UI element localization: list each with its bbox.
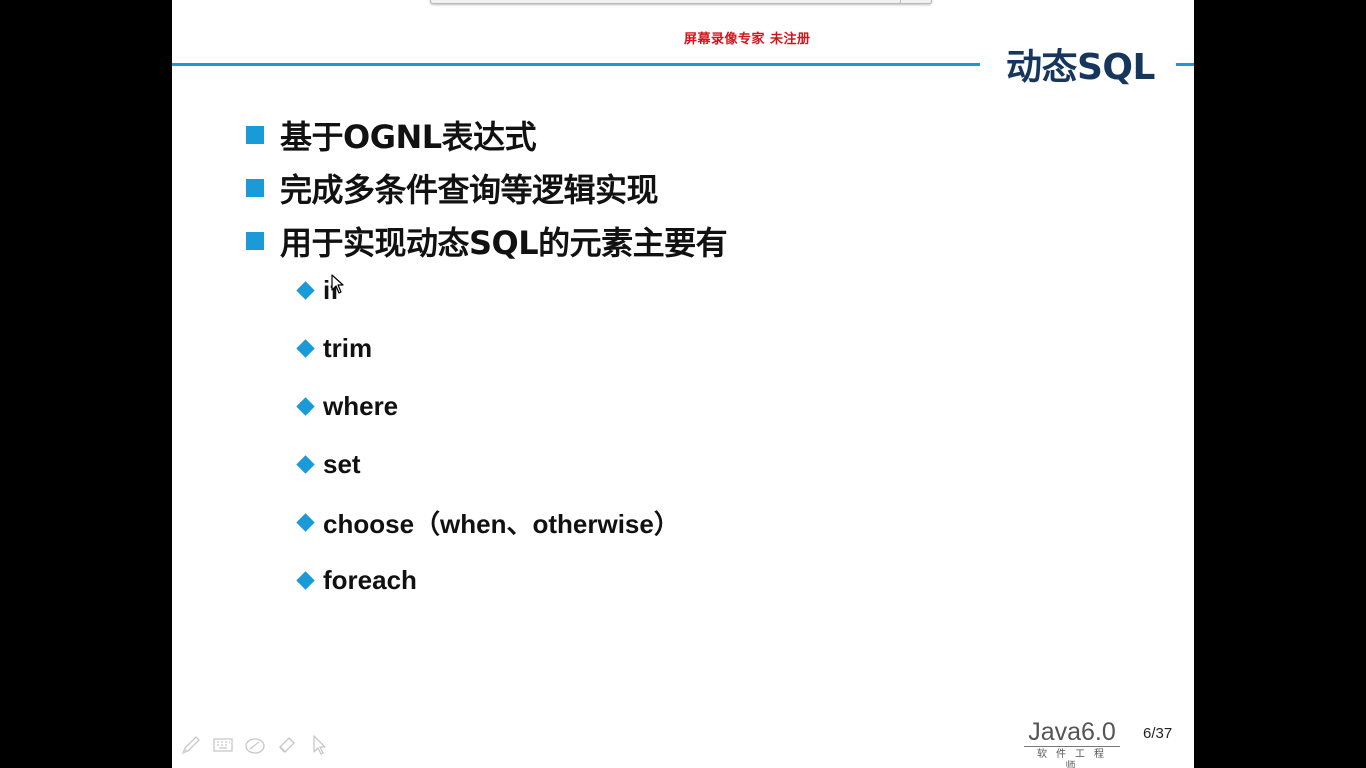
sub-bullet-item: if: [296, 261, 680, 319]
slide-title: 动态SQL: [1006, 47, 1155, 88]
sub-bullet-text: where: [323, 390, 399, 421]
bullet-text: 基于OGNL表达式: [280, 117, 537, 156]
bullet-text: 用于实现动态SQL的元素主要有: [280, 223, 728, 262]
sub-bullet-text: trim: [323, 332, 373, 363]
pointer-icon[interactable]: [308, 734, 330, 756]
diamond-bullet-icon: [296, 570, 315, 590]
mouse-cursor-icon: [331, 274, 344, 294]
pen-icon[interactable]: [180, 734, 202, 756]
diamond-bullet-icon: [296, 280, 315, 300]
sub-bullet-item: where: [296, 377, 680, 435]
sub-bullet-text: set: [323, 448, 361, 479]
diamond-bullet-icon: [296, 454, 315, 474]
diamond-bullet-icon: [296, 512, 315, 532]
logo-sub-text: 软件工程师: [1037, 749, 1113, 768]
keyboard-icon[interactable]: [212, 734, 234, 756]
toolbar-divider: [900, 0, 901, 3]
sub-bullet-text: foreach: [323, 564, 417, 595]
logo-divider: [1024, 746, 1120, 747]
title-rule-right: [1176, 63, 1194, 66]
square-bullet-icon: [246, 125, 264, 144]
page-indicator: 6/37: [1143, 725, 1173, 742]
sub-bullet-item: foreach: [296, 551, 680, 609]
slide: 屏幕录像专家 未注册 动态SQL 基于OGNL表达式 完成多条件查询等逻辑实现 …: [172, 0, 1194, 768]
sub-bullet-item: set: [296, 435, 680, 493]
bullet-list: 基于OGNL表达式 完成多条件查询等逻辑实现 用于实现动态SQL的元素主要有: [246, 108, 728, 267]
diamond-bullet-icon: [296, 338, 315, 358]
bullet-text: 完成多条件查询等逻辑实现: [280, 170, 659, 209]
java-logo: Java6.0 软件工程师: [1022, 718, 1122, 768]
sub-bullet-list: if trim where set choose（when、otherwise）…: [296, 261, 680, 609]
logo-main-text: Java6.0: [1028, 718, 1116, 746]
highlighter-icon[interactable]: [276, 734, 298, 756]
bullet-item: 基于OGNL表达式: [246, 108, 727, 161]
presentation-viewer: 屏幕录像专家 未注册 动态SQL 基于OGNL表达式 完成多条件查询等逻辑实现 …: [0, 0, 1366, 768]
top-toolbar-handle[interactable]: [430, 0, 932, 4]
bullet-item: 完成多条件查询等逻辑实现: [246, 161, 727, 214]
bullet-item: 用于实现动态SQL的元素主要有: [246, 214, 728, 267]
sub-bullet-item: choose（when、otherwise）: [296, 493, 680, 551]
square-bullet-icon: [246, 178, 264, 197]
sub-bullet-text: choose（when、otherwise）: [323, 508, 680, 539]
sub-bullet-item: trim: [296, 319, 680, 377]
square-bullet-icon: [246, 231, 264, 250]
eraser-icon[interactable]: [244, 734, 266, 756]
diamond-bullet-icon: [296, 396, 315, 416]
recorder-watermark: 屏幕录像专家 未注册: [684, 32, 811, 47]
annotation-toolbar: [180, 734, 330, 756]
title-rule-left: [172, 63, 980, 66]
